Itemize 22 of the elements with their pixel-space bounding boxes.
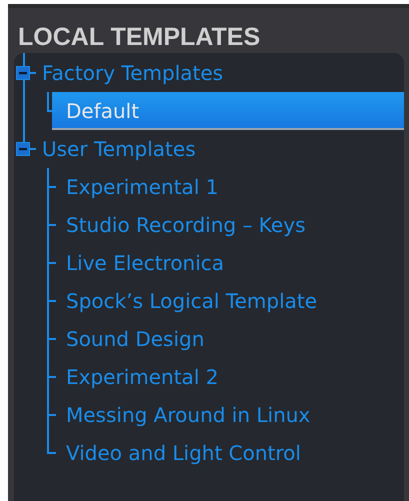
tree-item[interactable]: Live Electronica — [52, 244, 404, 282]
panel-title: LOCAL TEMPLATES — [17, 22, 262, 53]
tree-folder[interactable]: User Templates — [42, 136, 196, 162]
tree-item[interactable]: Video and Light Control — [52, 434, 404, 472]
tree-line — [47, 358, 57, 396]
tree-line — [47, 282, 57, 320]
tree-item[interactable]: Studio Recording – Keys — [52, 206, 404, 244]
tree-item[interactable]: Default — [52, 92, 404, 130]
collapse-icon[interactable] — [16, 142, 30, 156]
tree-item[interactable]: Experimental 1 — [52, 168, 404, 206]
tree-item[interactable]: Sound Design — [52, 320, 404, 358]
collapse-icon[interactable] — [16, 66, 30, 80]
tree-line — [47, 320, 57, 358]
tree-line — [30, 148, 36, 150]
tree-folder[interactable]: Factory Templates — [42, 60, 224, 86]
tree-line — [47, 206, 57, 244]
tree-item[interactable]: Spock’s Logical Template — [52, 282, 404, 320]
tree-line — [30, 72, 36, 74]
tree-line — [47, 244, 57, 282]
tree-item[interactable]: Messing Around in Linux — [52, 396, 404, 434]
tree-item[interactable]: Experimental 2 — [52, 358, 404, 396]
tree-line — [47, 168, 57, 206]
